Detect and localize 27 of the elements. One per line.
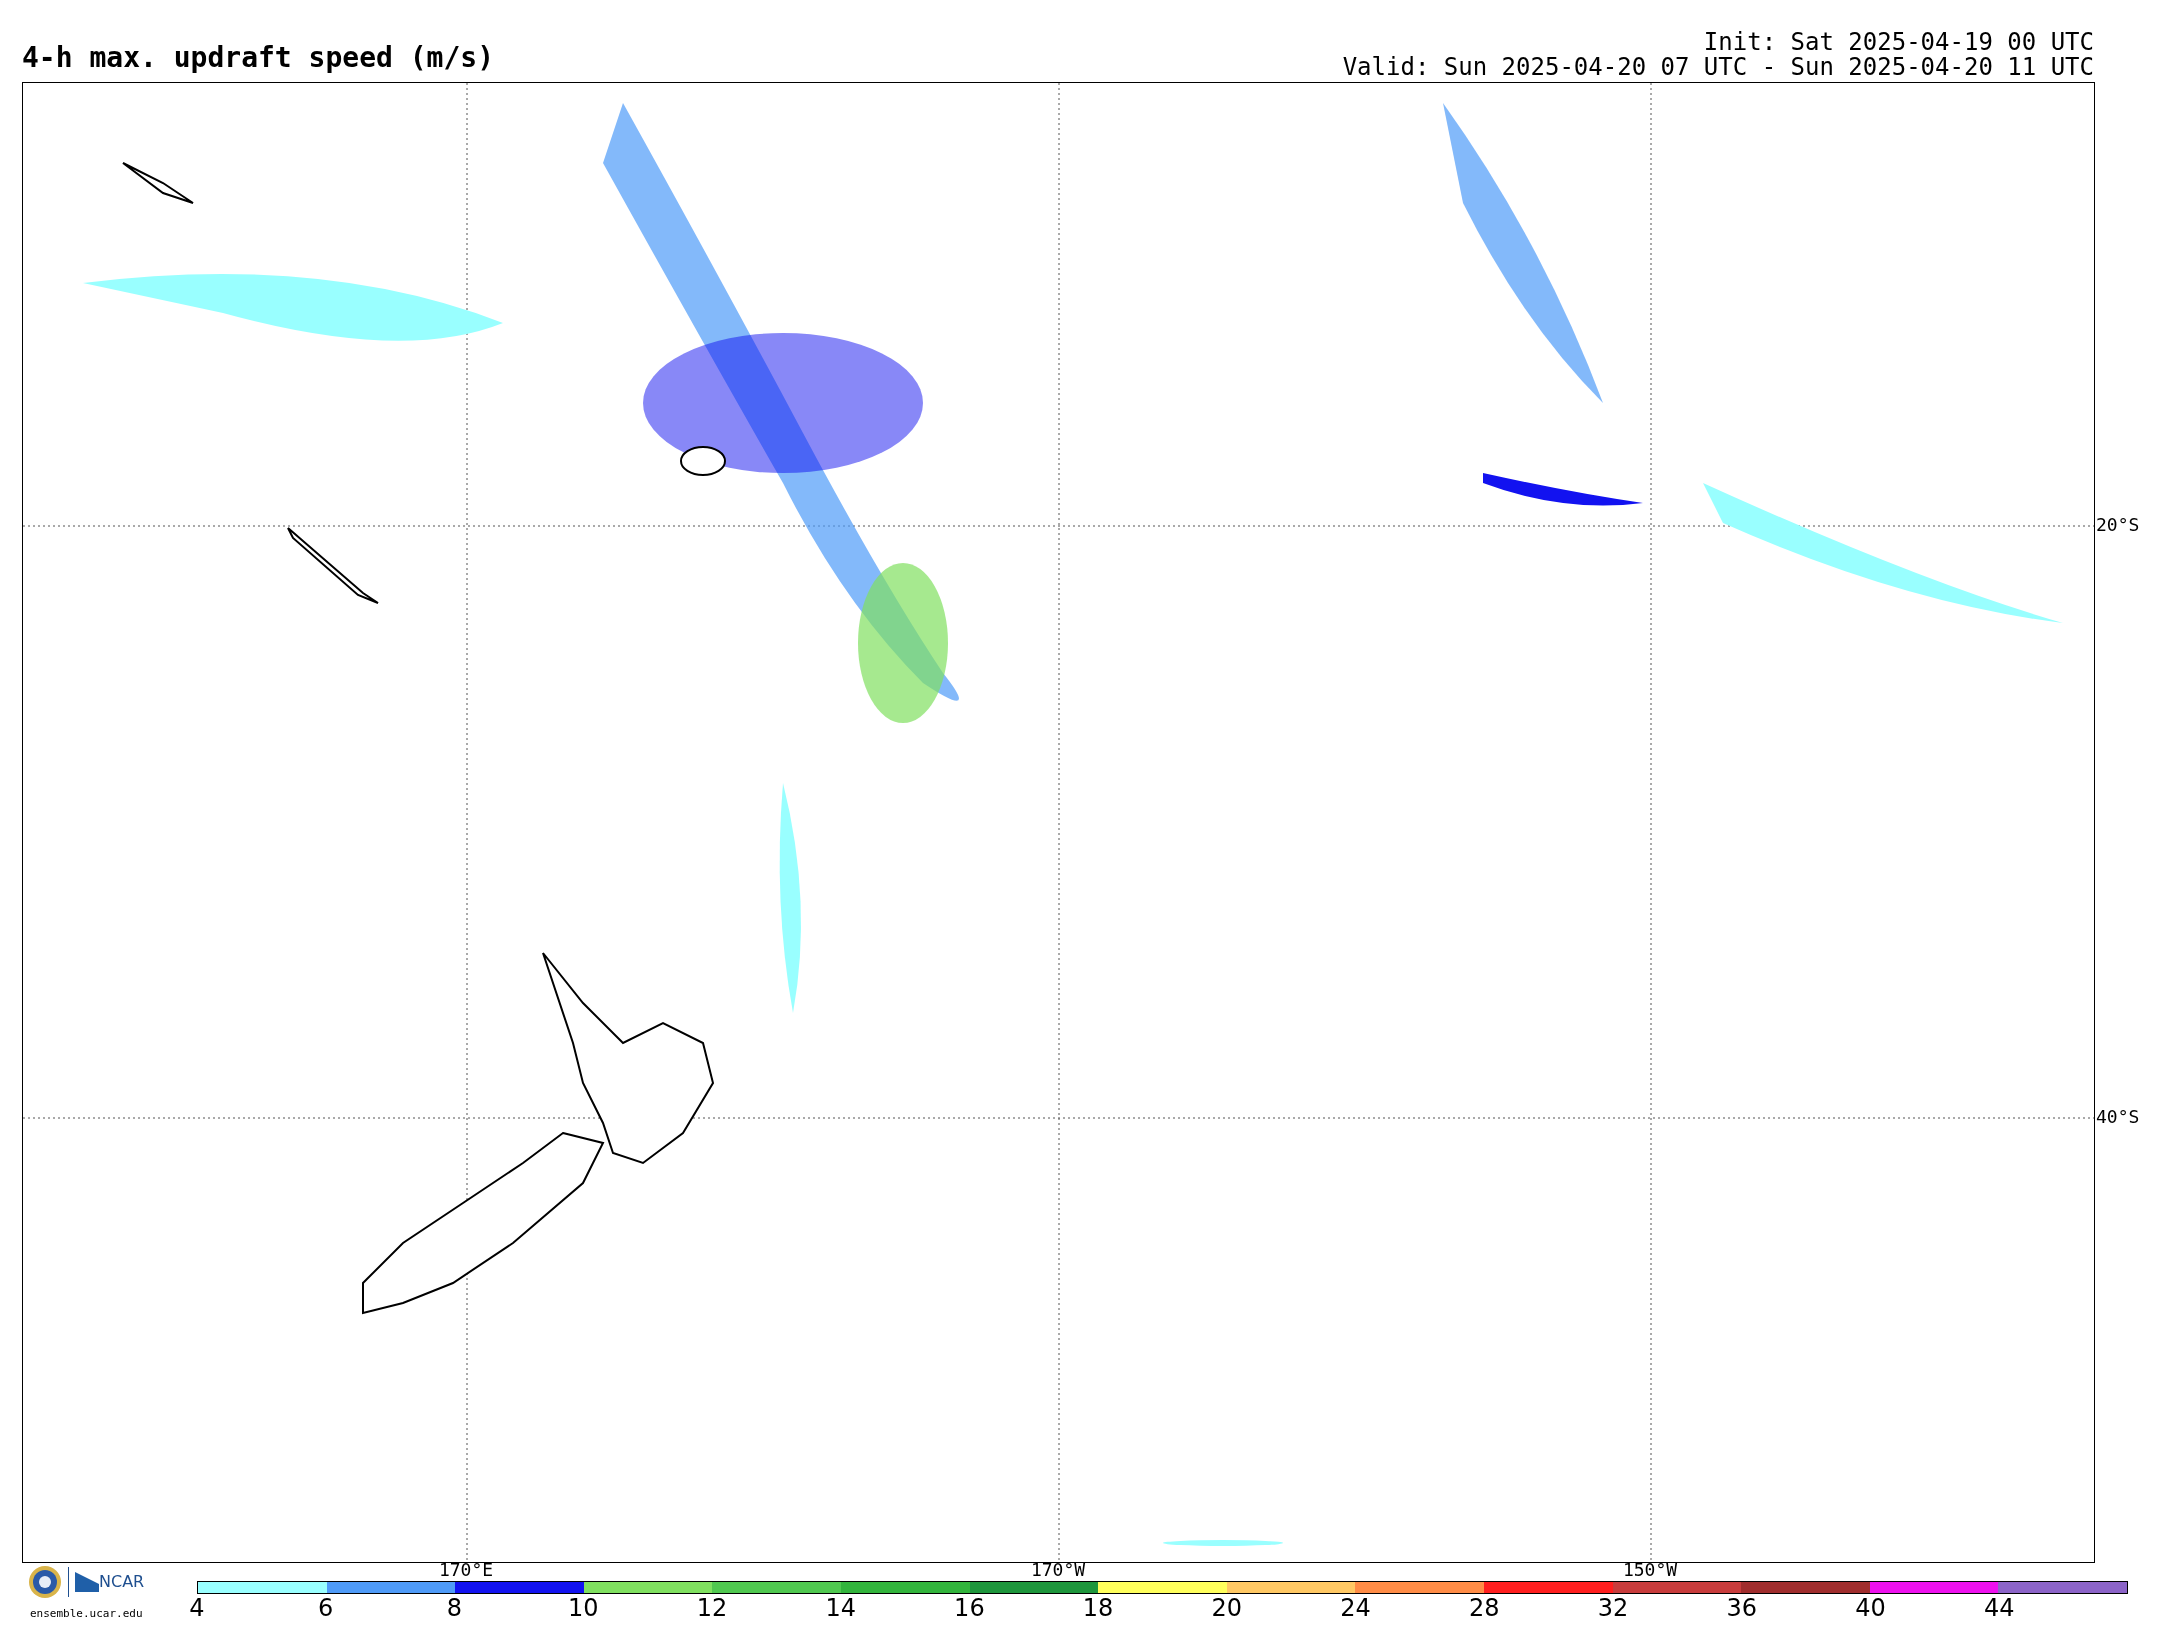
latitude-label: 20°S (2096, 516, 2140, 534)
scale-label: 32 (1597, 1596, 1629, 1620)
scale-label: 6 (318, 1596, 334, 1620)
scale-label: 28 (1469, 1596, 1500, 1620)
longitude-label: 150°W (1622, 1561, 1678, 1579)
init-time: Init: Sat 2025-04-19 00 UTC (1703, 30, 2094, 55)
seal-icon (28, 1565, 62, 1599)
ncar-logo-icon (75, 1572, 99, 1592)
scale-label: 40 (1855, 1596, 1886, 1620)
scale-label: 8 (446, 1596, 463, 1620)
scale-label: 18 (1082, 1596, 1114, 1620)
scale-label: 4 (189, 1596, 205, 1620)
scale-label: 24 (1340, 1596, 1371, 1620)
scale-label: 44 (1984, 1596, 2015, 1620)
scale-label: 14 (825, 1596, 856, 1620)
scale-label: 16 (954, 1596, 985, 1620)
scale-label: 20 (1211, 1596, 1243, 1620)
site-url: ensemble.ucar.edu (30, 1606, 143, 1622)
latitude-label: 40°S (2096, 1108, 2140, 1126)
scale-label: 12 (696, 1596, 728, 1620)
scale-label: 36 (1726, 1596, 1758, 1620)
valid-time: Valid: Sun 2025-04-20 07 UTC - Sun 2025-04-20 11 UTC (1342, 55, 2094, 80)
scale-label: 10 (567, 1596, 599, 1620)
org-name: NCAR (99, 1571, 145, 1593)
longitude-label: 170°E (438, 1561, 494, 1579)
longitude-label: 170°W (1030, 1561, 1086, 1579)
map-title: 4-h max. updraft speed (m/s) (22, 44, 494, 72)
